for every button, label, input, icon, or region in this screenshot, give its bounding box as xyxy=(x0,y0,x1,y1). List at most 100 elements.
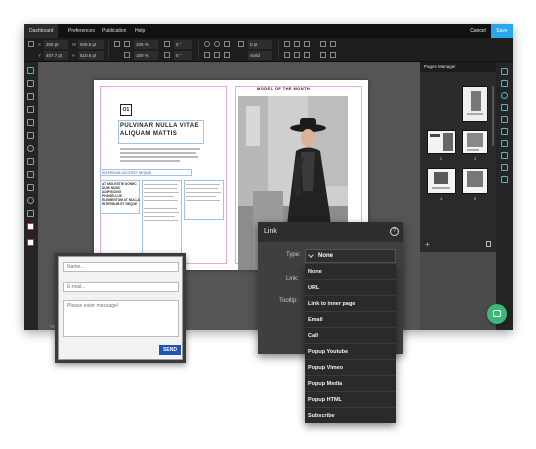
text-panel-icon[interactable] xyxy=(501,104,508,111)
stroke-style-select[interactable]: Solid xyxy=(248,51,272,60)
tools-sidebar xyxy=(24,62,38,330)
rotate-icon[interactable] xyxy=(164,41,170,47)
contact-form-card: SEND xyxy=(55,253,186,363)
direct-select-icon[interactable] xyxy=(27,80,34,87)
toolbar-divider xyxy=(278,41,279,59)
option-subscribe[interactable]: Subscribe xyxy=(305,408,396,424)
flip-horizontal-icon[interactable] xyxy=(124,41,130,47)
export-panel-icon[interactable] xyxy=(501,176,508,183)
page-thumbnail[interactable] xyxy=(462,168,488,194)
h-input[interactable]: 510.6 pt xyxy=(78,51,104,60)
page-thumbnail[interactable] xyxy=(462,130,488,154)
name-input[interactable] xyxy=(63,262,179,272)
shape-star-icon[interactable] xyxy=(224,52,230,58)
group-icon[interactable] xyxy=(330,41,336,47)
subhead-text[interactable]: INTERDUM DUI EGET NEQUE. xyxy=(102,171,190,175)
option-call[interactable]: Call xyxy=(305,328,396,344)
align-center-icon[interactable] xyxy=(294,41,300,47)
pen-tool-icon[interactable] xyxy=(27,93,34,100)
heading-text[interactable]: PULVINAR NULLA VITAE ALIQUAM MATTIS xyxy=(120,122,200,138)
select-tool-icon[interactable] xyxy=(27,67,34,74)
lock-icon[interactable] xyxy=(320,52,326,58)
hand-tool-icon[interactable] xyxy=(27,184,34,191)
save-button[interactable]: Save xyxy=(491,24,513,38)
stroke-input[interactable]: 0 pt xyxy=(248,40,272,49)
image-panel-icon[interactable] xyxy=(501,116,508,123)
page-thumbnail[interactable] xyxy=(427,168,456,194)
option-inner-page[interactable]: Link to inner page xyxy=(305,296,396,312)
message-textarea[interactable] xyxy=(63,300,179,337)
shear-icon[interactable] xyxy=(164,52,170,58)
text-line xyxy=(186,196,216,197)
link-panel-icon[interactable] xyxy=(501,140,508,147)
tab-dashboard[interactable]: Dashboard xyxy=(24,24,58,38)
trash-icon[interactable] xyxy=(486,241,491,247)
help-icon[interactable]: ? xyxy=(390,227,399,236)
type-select[interactable]: None xyxy=(305,249,396,263)
shape-square-icon[interactable] xyxy=(224,41,230,47)
rotation-input[interactable]: 0 ° xyxy=(174,40,192,49)
w-input[interactable]: 509.6 pt xyxy=(78,40,104,49)
distribute-icon[interactable] xyxy=(320,41,326,47)
effects-panel-icon[interactable] xyxy=(501,152,508,159)
chat-button[interactable] xyxy=(487,304,507,324)
polygon-tool-icon[interactable] xyxy=(27,158,34,165)
ellipse-tool-icon[interactable] xyxy=(27,145,34,152)
align-top-icon[interactable] xyxy=(284,52,290,58)
cancel-button[interactable]: Cancel xyxy=(467,24,489,38)
x-label: X xyxy=(38,42,42,47)
tab-preferences[interactable]: Preferences xyxy=(68,24,95,38)
eyedropper-icon[interactable] xyxy=(27,210,34,217)
option-url[interactable]: URL xyxy=(305,280,396,296)
link-icon[interactable] xyxy=(330,52,336,58)
option-popup-youtube[interactable]: Popup Youtube xyxy=(305,344,396,360)
y-input[interactable]: 407.7 pt xyxy=(44,51,68,60)
shape-rect-icon[interactable] xyxy=(204,52,210,58)
page-left[interactable]: O1 PULVINAR NULLA VITAE ALIQUAM MATTIS I… xyxy=(94,80,231,270)
line-tool-icon[interactable] xyxy=(27,171,34,178)
shape-circle-icon[interactable] xyxy=(204,41,210,47)
scrollbar[interactable] xyxy=(492,86,494,146)
stroke-color-icon[interactable] xyxy=(27,239,34,246)
photo-title[interactable]: MODEL OF THE MONTH xyxy=(257,86,317,91)
page-thumbnail[interactable] xyxy=(462,86,488,122)
x-input[interactable]: 200 pt xyxy=(44,40,68,49)
align-bottom-icon[interactable] xyxy=(304,52,310,58)
scale-y-input[interactable]: 100 % xyxy=(134,51,158,60)
shape-poly-icon[interactable] xyxy=(214,52,220,58)
stroke-weight-icon[interactable] xyxy=(238,41,244,47)
scale-x-input[interactable]: 100 % xyxy=(134,40,158,49)
send-button[interactable]: SEND xyxy=(159,345,181,355)
constrain-icon[interactable] xyxy=(114,41,120,47)
tab-publication[interactable]: Publication xyxy=(102,24,126,38)
email-input[interactable] xyxy=(63,282,179,292)
column-heading[interactable]: AT MOLESTIE DONEC DUIS NUNC ADIPISCING P… xyxy=(102,182,140,206)
shapes-panel-icon[interactable] xyxy=(501,128,508,135)
rectangle-tool-icon[interactable] xyxy=(27,132,34,139)
shear-input[interactable]: 0 ° xyxy=(174,51,192,60)
option-popup-html[interactable]: Popup HTML xyxy=(305,392,396,408)
add-page-icon[interactable]: + xyxy=(425,240,430,249)
tab-help[interactable]: Help xyxy=(135,24,145,38)
option-none[interactable]: None xyxy=(305,264,396,280)
pages-panel-icon[interactable] xyxy=(501,68,508,75)
settings-panel-icon[interactable] xyxy=(501,164,508,171)
text-line xyxy=(120,160,180,162)
align-middle-icon[interactable] xyxy=(294,52,300,58)
layers-panel-icon[interactable] xyxy=(501,80,508,87)
align-right-icon[interactable] xyxy=(304,41,310,47)
option-email[interactable]: Email xyxy=(305,312,396,328)
option-popup-media[interactable]: Popup Media xyxy=(305,376,396,392)
text-tool-icon[interactable] xyxy=(27,106,34,113)
logo-box[interactable]: O1 xyxy=(120,104,132,116)
reference-point-icon[interactable] xyxy=(28,41,34,47)
image-tool-icon[interactable] xyxy=(27,119,34,126)
fill-color-icon[interactable] xyxy=(27,223,34,230)
page-thumbnail[interactable] xyxy=(427,130,456,154)
option-popup-vimeo[interactable]: Popup Vimeo xyxy=(305,360,396,376)
shape-ellipse-icon[interactable] xyxy=(214,41,220,47)
flip-vertical-icon[interactable] xyxy=(124,52,130,58)
align-left-icon[interactable] xyxy=(284,41,290,47)
zoom-tool-icon[interactable] xyxy=(27,197,34,204)
color-panel-icon[interactable] xyxy=(501,92,508,99)
